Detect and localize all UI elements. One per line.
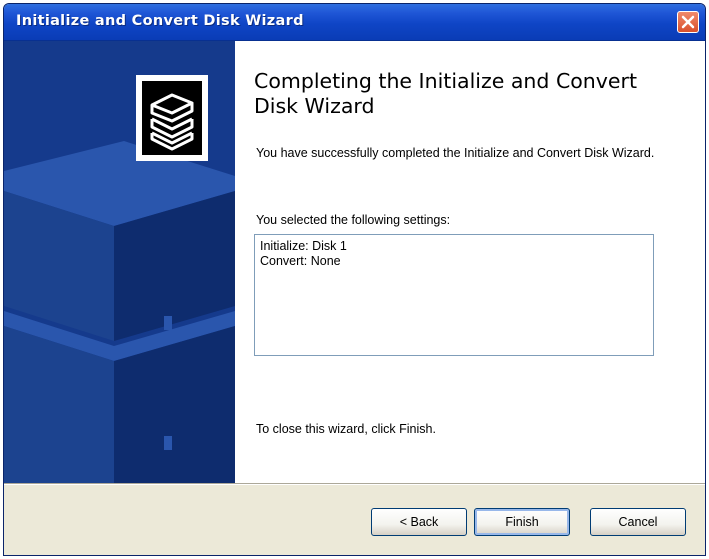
finish-button[interactable]: Finish — [474, 508, 570, 536]
wizard-content: Completing the Initialize and Convert Di… — [4, 41, 705, 483]
settings-line: Initialize: Disk 1 — [260, 239, 347, 253]
back-button[interactable]: < Back — [371, 508, 467, 536]
disk-stack-icon — [150, 93, 194, 151]
settings-label: You selected the following settings: — [256, 213, 451, 227]
wizard-side-art — [4, 41, 235, 483]
wizard-text-panel: Completing the Initialize and Convert Di… — [254, 41, 705, 483]
wizard-heading: Completing the Initialize and Convert Di… — [254, 69, 638, 118]
close-instruction: To close this wizard, click Finish. — [256, 422, 436, 436]
cancel-button[interactable]: Cancel — [590, 508, 686, 536]
settings-summary-box[interactable]: Initialize: Disk 1 Convert: None — [254, 234, 654, 356]
settings-line: Convert: None — [260, 254, 341, 268]
success-message: You have successfully completed the Init… — [256, 146, 655, 160]
close-button[interactable] — [677, 11, 699, 33]
close-icon — [681, 15, 695, 29]
window-title: Initialize and Convert Disk Wizard — [16, 13, 304, 29]
title-bar[interactable]: Initialize and Convert Disk Wizard — [4, 4, 705, 41]
button-separator — [4, 483, 705, 485]
wizard-disk-icon-frame — [136, 75, 208, 161]
wizard-window: Initialize and Convert Disk Wizard Compl… — [3, 3, 706, 556]
